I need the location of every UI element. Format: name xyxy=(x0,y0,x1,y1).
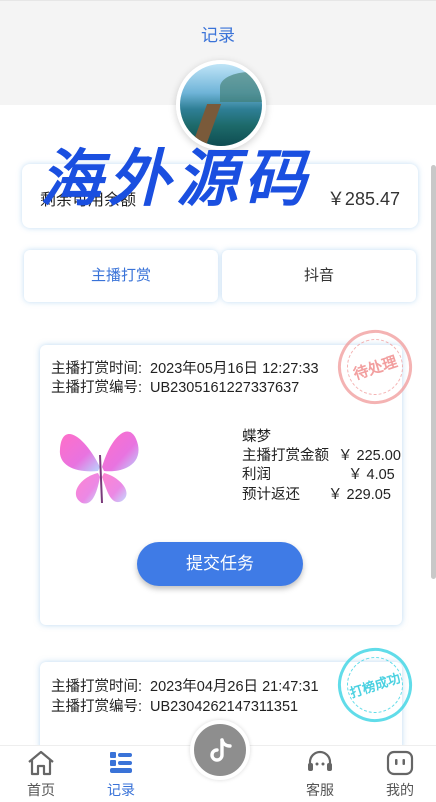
tiktok-button[interactable] xyxy=(190,720,250,780)
detail-profit-label: 利润 xyxy=(242,467,271,483)
order-time: 主播打赏时间: 2023年05月16日 12:27:33 xyxy=(51,357,319,378)
order-time: 主播打赏时间: 2023年04月26日 21:47:31 xyxy=(51,675,319,696)
tab-anchor-tip[interactable]: 主播打赏 xyxy=(24,250,218,302)
detail-return: 预计返还 ￥ 229.05 xyxy=(242,483,391,504)
tab-bar: 主播打赏 抖音 xyxy=(24,250,416,302)
user-face-icon xyxy=(386,750,414,776)
order-time-label: 主播打赏时间: xyxy=(51,679,143,695)
tiktok-icon xyxy=(210,738,232,762)
detail-return-label: 预计返还 xyxy=(242,487,300,503)
watermark: 海外源码 xyxy=(40,142,313,215)
avatar xyxy=(176,60,266,150)
nav-mine-label: 我的 xyxy=(386,782,414,798)
order-number: 主播打赏编号: UB2305161227337637 xyxy=(51,376,299,397)
detail-amount: 主播打赏金额 ￥ 225.00 xyxy=(242,444,401,465)
nav-mine[interactable]: 我的 xyxy=(370,750,430,800)
order-number: 主播打赏编号: UB2304262147311351 xyxy=(51,695,298,716)
tab-douyin[interactable]: 抖音 xyxy=(222,250,416,302)
detail-return-value: ￥ 229.05 xyxy=(328,487,391,503)
balance-value: ￥285.47 xyxy=(326,189,400,209)
headset-icon xyxy=(308,750,332,771)
detail-profit: 利润 ￥ 4.05 xyxy=(242,463,395,484)
home-icon xyxy=(28,750,54,776)
detail-profit-value: ￥ 4.05 xyxy=(348,467,395,483)
product-name: 蝶梦 xyxy=(242,429,271,445)
nav-records[interactable]: 记录 xyxy=(91,750,151,800)
page-title: 记录 xyxy=(201,26,235,45)
list-icon xyxy=(110,752,132,773)
order-number-value: UB2305161227337637 xyxy=(150,380,300,396)
order-number-label: 主播打赏编号: xyxy=(51,699,143,715)
scrollbar[interactable] xyxy=(431,165,436,579)
order-time-value: 2023年05月16日 12:27:33 xyxy=(150,361,319,377)
detail-amount-label: 主播打赏金额 xyxy=(242,448,329,464)
status-stamp-pending-text: 待处理 xyxy=(351,353,400,384)
order-time-value: 2023年04月26日 21:47:31 xyxy=(150,679,319,695)
nav-service-label: 客服 xyxy=(306,782,334,798)
butterfly-image xyxy=(59,431,139,504)
nav-home[interactable]: 首页 xyxy=(11,750,71,800)
nav-records-label: 记录 xyxy=(107,782,135,798)
nav-home-label: 首页 xyxy=(27,782,55,798)
status-stamp-success-text: 打榜成功 xyxy=(348,670,403,701)
order-time-label: 主播打赏时间: xyxy=(51,361,143,377)
nav-service[interactable]: 客服 xyxy=(290,750,350,800)
submit-task-button[interactable]: 提交任务 xyxy=(137,542,303,586)
detail-amount-value: ￥ 225.00 xyxy=(338,448,401,464)
order-number-value: UB2304262147311351 xyxy=(150,699,299,715)
order-number-label: 主播打赏编号: xyxy=(51,380,143,396)
avatar-hill xyxy=(220,72,262,102)
